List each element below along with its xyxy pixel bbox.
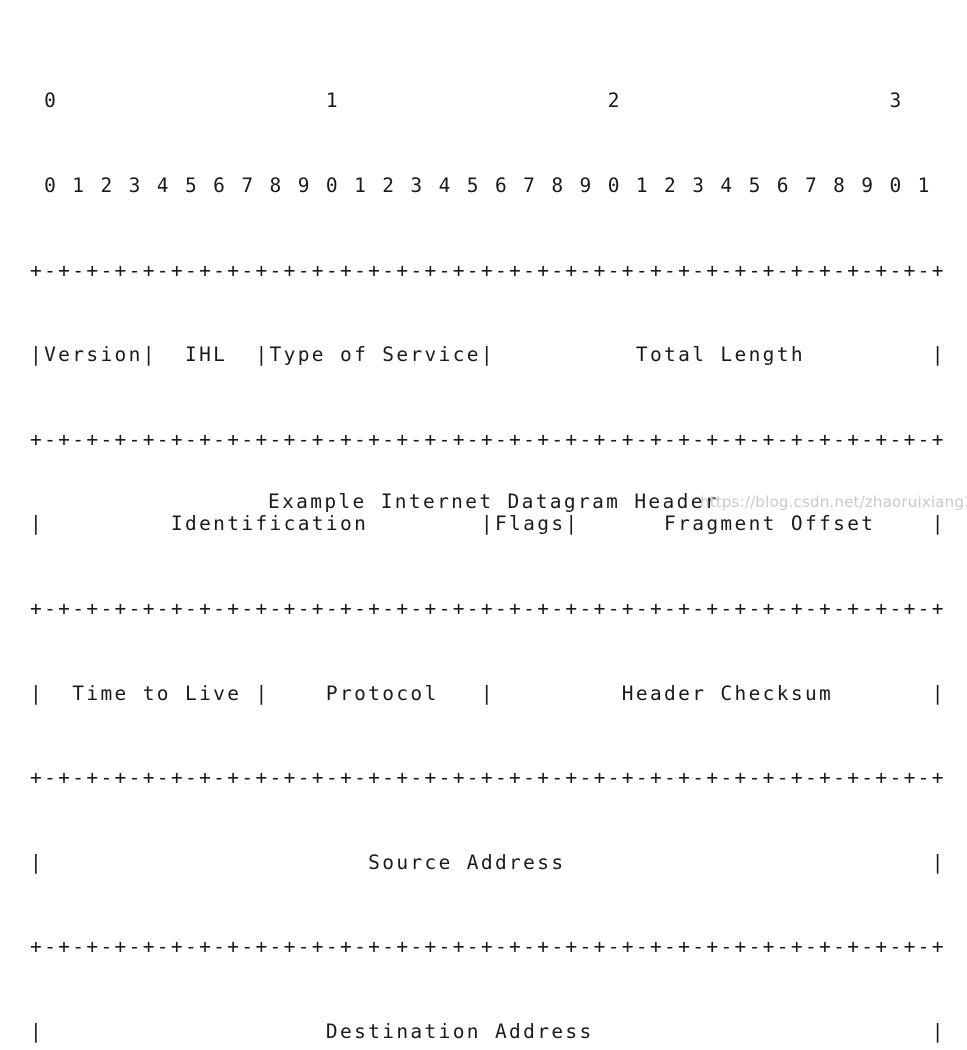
row-ttl-protocol-headerchecksum: | Time to Live | Protocol | Header Check… [30, 681, 946, 705]
bit-ruler-units: 0 1 2 3 4 5 6 7 8 9 0 1 2 3 4 5 6 7 8 9 … [30, 174, 932, 197]
diagram-caption: Example Internet Datagram Header [268, 490, 719, 513]
separator-line-1: +-+-+-+-+-+-+-+-+-+-+-+-+-+-+-+-+-+-+-+-… [30, 427, 946, 451]
separator-line-top: +-+-+-+-+-+-+-+-+-+-+-+-+-+-+-+-+-+-+-+-… [30, 258, 946, 282]
separator-line-3: +-+-+-+-+-+-+-+-+-+-+-+-+-+-+-+-+-+-+-+-… [30, 766, 946, 790]
row-destination-address: | Destination Address | [30, 1019, 946, 1043]
bit-ruler-decades: 0 1 2 3 [30, 89, 904, 113]
row-source-address: | Source Address | [30, 850, 946, 874]
ascii-art-block: 0 1 2 3 0 1 2 3 4 5 6 7 8 9 0 1 2 3 4 5 … [30, 31, 946, 1050]
separator-line-4: +-+-+-+-+-+-+-+-+-+-+-+-+-+-+-+-+-+-+-+-… [30, 935, 946, 959]
ipv4-header-diagram: 0 1 2 3 0 1 2 3 4 5 6 7 8 9 0 1 2 3 4 5 … [0, 0, 967, 1043]
separator-line-2: +-+-+-+-+-+-+-+-+-+-+-+-+-+-+-+-+-+-+-+-… [30, 596, 946, 620]
row-version-ihl-tos-totallength: |Version| IHL |Type of Service| Total Le… [30, 343, 946, 367]
